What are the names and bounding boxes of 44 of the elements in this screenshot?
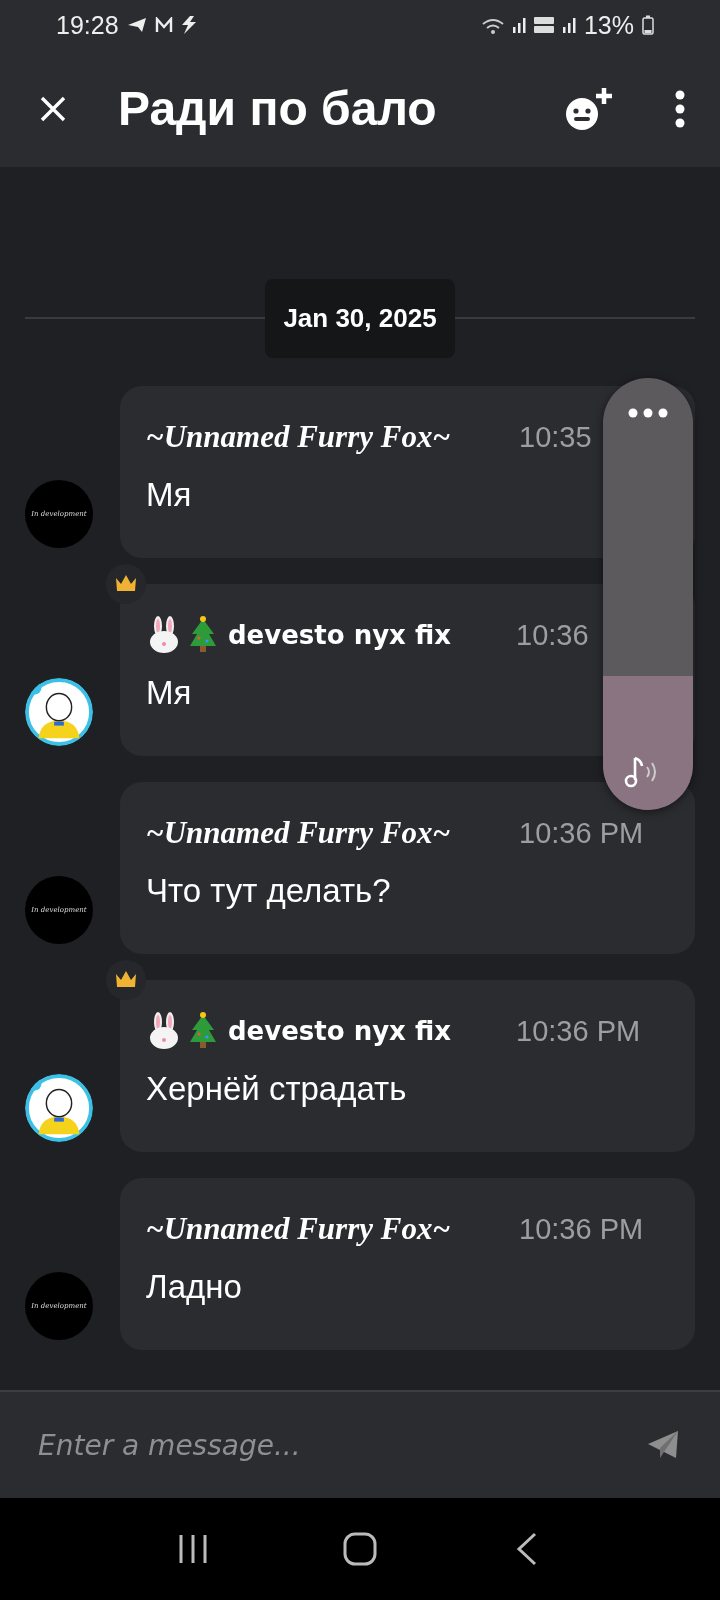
lightning-icon bbox=[180, 16, 197, 34]
wifi-icon bbox=[481, 16, 504, 34]
message-time: 10:36 PM bbox=[519, 1212, 644, 1246]
avatar[interactable] bbox=[25, 1074, 93, 1142]
message-text: Мя bbox=[146, 476, 193, 514]
christmas-tree-icon bbox=[188, 616, 218, 654]
message-card[interactable]: devesto nyx fix 10:36 PM Хернёй страдать bbox=[120, 980, 695, 1152]
menu-icon bbox=[674, 89, 686, 128]
date-label: Jan 30, 2025 bbox=[265, 279, 455, 358]
author-name[interactable]: devesto nyx fix bbox=[228, 620, 498, 650]
message-time: 10:36 PM bbox=[516, 1014, 641, 1048]
more-icon bbox=[628, 408, 668, 418]
author-name[interactable]: ~Unnamed Furry Fox~ bbox=[146, 1211, 501, 1247]
crown-badge bbox=[106, 960, 146, 1000]
message-card[interactable]: ~Unnamed Furry Fox~ 10:36 PM Что тут делать? bbox=[120, 782, 695, 954]
message-input[interactable]: Enter a message... bbox=[36, 1427, 642, 1463]
crown-badge bbox=[106, 564, 146, 604]
signal-icon bbox=[561, 17, 576, 33]
christmas-tree-icon bbox=[188, 1012, 218, 1050]
author-name[interactable]: ~Unnamed Furry Fox~ bbox=[146, 815, 501, 851]
home-icon bbox=[342, 1531, 378, 1567]
mail-icon bbox=[154, 17, 173, 33]
message-time: 10:35 bbox=[519, 420, 592, 454]
author-name[interactable]: ~Unnamed Furry Fox~ bbox=[146, 419, 501, 455]
paper-plane-icon bbox=[126, 16, 147, 34]
message-text: Хернёй страдать bbox=[146, 1070, 408, 1108]
message-text: Мя bbox=[146, 674, 193, 712]
message-text: Что тут делать? bbox=[146, 872, 392, 910]
battery-icon bbox=[642, 15, 654, 35]
smiley-plus-icon bbox=[564, 85, 614, 132]
volume-popup[interactable] bbox=[603, 378, 693, 810]
volte-icon bbox=[533, 17, 554, 33]
message-time: 10:36 bbox=[516, 618, 589, 652]
signal-icon bbox=[511, 17, 526, 33]
send-icon bbox=[646, 1430, 680, 1460]
status-time: 19:28 bbox=[56, 10, 119, 40]
message-card[interactable]: ~Unnamed Furry Fox~ 10:36 PM Ладно bbox=[120, 1178, 695, 1350]
avatar[interactable] bbox=[25, 678, 93, 746]
chat-title: Ради по бало bbox=[118, 81, 438, 136]
battery-percent: 13% bbox=[583, 10, 634, 40]
author-name[interactable]: devesto nyx fix bbox=[228, 1016, 498, 1046]
message-time: 10:36 PM bbox=[519, 816, 644, 850]
message-field[interactable]: Enter a message... bbox=[0, 1390, 720, 1498]
message-text: Ладно bbox=[146, 1268, 243, 1306]
